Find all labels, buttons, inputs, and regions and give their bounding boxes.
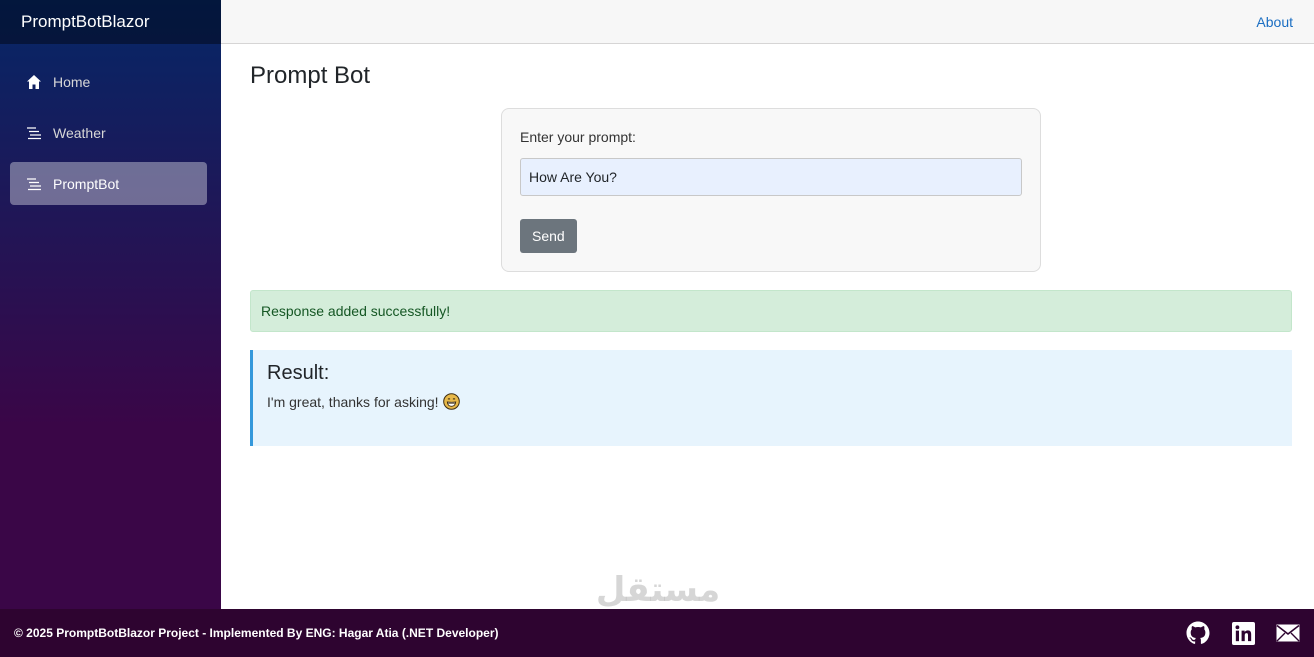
prompt-input[interactable] (520, 158, 1022, 196)
list-icon (25, 124, 43, 142)
footer-text: © 2025 PromptBotBlazor Project - Impleme… (14, 626, 499, 640)
result-text: I'm great, thanks for asking! (267, 393, 439, 410)
footer-icons (1186, 621, 1300, 645)
sidebar-item-label: Home (53, 73, 91, 90)
footer: © 2025 PromptBotBlazor Project - Impleme… (0, 609, 1314, 657)
grinning-face-icon (442, 393, 460, 410)
sidebar-item-home[interactable]: Home (10, 60, 207, 103)
sidebar-item-label: PromptBot (53, 175, 120, 192)
success-message: Response added successfully! (261, 303, 451, 319)
nav-menu: Home Weather PromptBot (0, 44, 221, 205)
page-title: Prompt Bot (250, 62, 371, 89)
send-button[interactable]: Send (520, 219, 577, 253)
about-link[interactable]: About (1256, 14, 1293, 30)
sidebar-item-label: Weather (53, 124, 106, 141)
email-icon[interactable] (1276, 621, 1300, 645)
brand-link[interactable]: PromptBotBlazor (21, 12, 150, 32)
sidebar: PromptBotBlazor Home Weather PromptBot (0, 0, 221, 609)
linkedin-icon[interactable] (1231, 621, 1255, 645)
result-text-row: I'm great, thanks for asking! (267, 393, 1278, 410)
list-icon (25, 175, 43, 193)
home-icon (25, 73, 43, 91)
sidebar-item-promptbot[interactable]: PromptBot (10, 162, 207, 205)
result-box: Result: I'm great, thanks for asking! (250, 350, 1292, 446)
result-title: Result: (267, 362, 330, 384)
prompt-label: Enter your prompt: (520, 129, 636, 145)
top-bar: About (221, 0, 1314, 44)
main-content: Prompt Bot Enter your prompt: Send Respo… (221, 44, 1314, 609)
brand-bar: PromptBotBlazor (0, 0, 221, 44)
sidebar-item-weather[interactable]: Weather (10, 111, 207, 154)
success-alert: Response added successfully! (250, 290, 1292, 332)
prompt-card: Enter your prompt: Send (501, 108, 1041, 272)
github-icon[interactable] (1186, 621, 1210, 645)
